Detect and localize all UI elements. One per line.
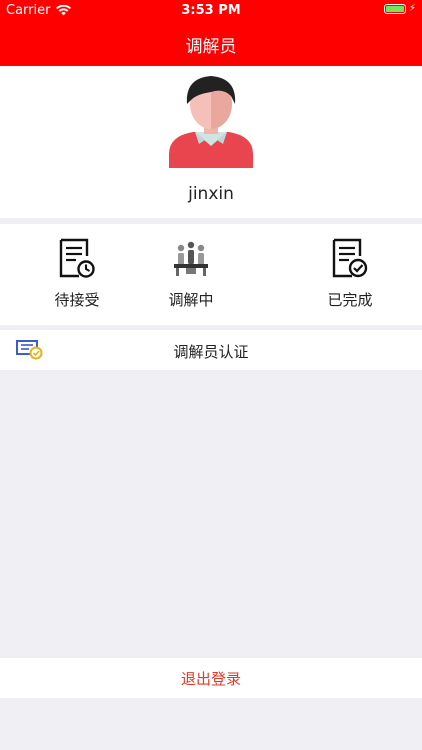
in-mediation-button[interactable]: 调解中 [136,224,246,325]
user-avatar-icon[interactable] [165,74,257,168]
meeting-icon [173,238,209,278]
document-clock-icon [59,238,95,278]
status-time: 3:53 PM [181,3,241,18]
order-status-panel: 待接受 调解中 已完成 [0,224,422,325]
profile-section: jinxin [0,66,422,218]
completed-button[interactable]: 已完成 [295,224,405,325]
certification-label: 调解员认证 [173,343,249,361]
logout-label: 退出登录 [180,669,241,688]
pending-accept-button[interactable]: 待接受 [22,224,132,325]
username: jinxin [188,184,234,204]
status-bar: Carrier 3:53 PM ⚡ [0,0,422,22]
in-mediation-label: 调解中 [168,291,214,309]
nav-title: 调解员 [185,36,237,57]
completed-label: 已完成 [327,291,373,309]
battery-charging-icon: ⚡ [383,4,416,14]
mediator-certification-row[interactable]: 调解员认证 [0,330,422,370]
document-check-icon [332,238,368,278]
navigation-bar: 调解员 [0,22,422,66]
pending-accept-label: 待接受 [54,291,100,309]
logout-button[interactable]: 退出登录 [0,658,422,698]
